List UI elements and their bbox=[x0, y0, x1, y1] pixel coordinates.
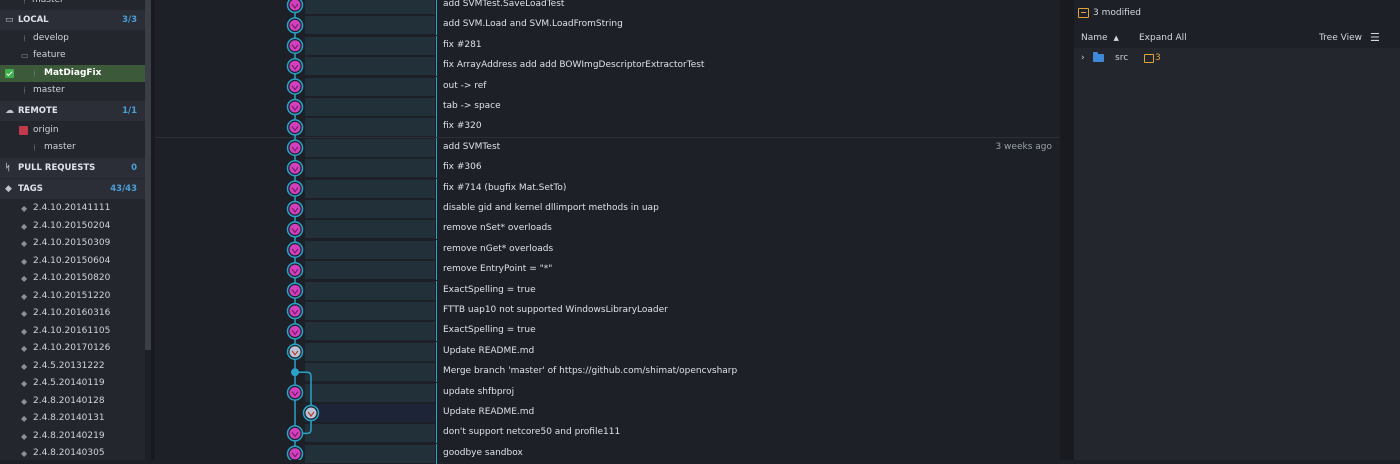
merge-node bbox=[291, 368, 299, 377]
name-sort-button[interactable]: Name ▲ bbox=[1081, 30, 1119, 46]
graph-lines bbox=[286, 0, 320, 460]
merge-branch-line bbox=[295, 371, 312, 435]
tag-icon: ◆ bbox=[21, 274, 28, 283]
tag-icon: ◆ bbox=[21, 239, 28, 248]
modified-icon bbox=[1144, 54, 1154, 63]
tags-section-header[interactable]: ◆ TAGS 43/43 bbox=[0, 179, 145, 199]
checkout-check-icon bbox=[5, 69, 14, 78]
branch-icon: ᚽ bbox=[22, 86, 27, 95]
column-header: Name ▲ Expand All Tree View ☰ bbox=[1074, 30, 1400, 46]
chevron-right-icon[interactable]: › bbox=[1081, 50, 1085, 66]
pull-request-icon: ᛋ bbox=[5, 163, 11, 173]
pull-requests-section-header[interactable]: ᛋ PULL REQUESTS 0 bbox=[0, 158, 145, 178]
folder-icon: ▭ bbox=[21, 51, 29, 60]
tag-item[interactable]: ◆ 2.4.10.20141111 bbox=[0, 200, 145, 217]
commit-graph: add SVMTest.SaveLoadTest add SVM.Load and… bbox=[155, 0, 1060, 464]
sidebar-item-feature[interactable]: ▭ feature bbox=[0, 47, 145, 64]
branch-icon: ᚽ bbox=[22, 34, 27, 43]
local-section-header[interactable]: ▭ LOCAL 3/3 bbox=[0, 10, 145, 30]
left-sidebar: ᚽ master ▭ LOCAL 3/3 ᚽ develop ▭ feature… bbox=[0, 0, 145, 460]
tag-icon: ◆ bbox=[21, 221, 28, 231]
tag-icon: ◆ bbox=[21, 396, 28, 406]
tags-count: 43/43 bbox=[110, 184, 137, 194]
local-count: 3/3 bbox=[122, 15, 137, 25]
file-tree: › src 3 bbox=[1074, 48, 1400, 460]
remote-section-header[interactable]: ☁ REMOTE 1/1 bbox=[0, 101, 145, 121]
sidebar-item-develop[interactable]: ᚽ develop bbox=[0, 30, 145, 47]
tag-icon: ◆ bbox=[21, 449, 28, 458]
tag-item[interactable]: ◆ 2.4.8.20140128 bbox=[0, 393, 145, 410]
modified-icon bbox=[1078, 8, 1089, 18]
branch-icon: ᚽ bbox=[32, 143, 37, 152]
tag-item[interactable]: ◆ 2.4.8.20140219 bbox=[0, 428, 145, 445]
tree-view-toggle[interactable]: Tree View bbox=[1319, 30, 1362, 46]
modified-count: 3 modified bbox=[1093, 8, 1141, 18]
branch-icon: ᚽ bbox=[22, 0, 27, 5]
tag-icon: ◆ bbox=[21, 204, 28, 213]
tag-icon: ◆ bbox=[21, 256, 28, 266]
tag-item[interactable]: ◆ 2.4.10.20150820 bbox=[0, 270, 145, 287]
panel-divider[interactable] bbox=[1060, 0, 1074, 460]
tag-item[interactable]: ◆ 2.4.10.20170126 bbox=[0, 340, 145, 357]
changes-header: 3 modified bbox=[1074, 0, 1400, 26]
origin-avatar-icon bbox=[19, 126, 28, 135]
folder-icon bbox=[1093, 52, 1104, 62]
sort-up-icon: ▲ bbox=[1113, 34, 1119, 42]
tag-icon: ◆ bbox=[21, 291, 28, 301]
tag-item[interactable]: ◆ 2.4.10.20150204 bbox=[0, 218, 145, 235]
file-changes-panel: 3 modified Name ▲ Expand All Tree View ☰… bbox=[1074, 0, 1400, 460]
tag-item[interactable]: ◆ 2.4.8.20140131 bbox=[0, 410, 145, 427]
tag-icon: ◆ bbox=[21, 414, 28, 423]
expand-all-button[interactable]: Expand All bbox=[1139, 30, 1187, 46]
branch-icon: ᚽ bbox=[32, 69, 37, 78]
pull-requests-count: 0 bbox=[131, 163, 137, 173]
tag-item[interactable]: ◆ 2.4.5.20140119 bbox=[0, 375, 145, 392]
tree-folder-src[interactable]: › src 3 bbox=[1074, 50, 1400, 66]
monitor-icon: ▭ bbox=[5, 15, 14, 25]
sidebar-item-origin-master[interactable]: ᚽ master bbox=[0, 139, 145, 156]
menu-icon[interactable]: ☰ bbox=[1370, 30, 1380, 46]
sidebar-item-matdiagfix[interactable]: ᚽ MatDiagFix bbox=[0, 65, 145, 82]
tag-icon: ◆ bbox=[21, 379, 28, 388]
sidebar-item-origin[interactable]: origin bbox=[0, 122, 145, 139]
tag-icon: ◆ bbox=[21, 309, 28, 318]
tag-icon: ◆ bbox=[5, 184, 12, 194]
cloud-icon: ☁ bbox=[5, 106, 14, 116]
tag-icon: ◆ bbox=[21, 361, 28, 371]
tag-item[interactable]: ◆ 2.4.5.20131222 bbox=[0, 358, 145, 375]
tag-item[interactable]: ◆ 2.4.10.20161105 bbox=[0, 323, 145, 340]
tag-item[interactable]: ◆ 2.4.10.20151220 bbox=[0, 288, 145, 305]
tag-icon: ◆ bbox=[21, 326, 28, 336]
tag-item[interactable]: ◆ 2.4.10.20160316 bbox=[0, 305, 145, 322]
tag-item[interactable]: ◆ 2.4.10.20150604 bbox=[0, 253, 145, 270]
tag-icon: ◆ bbox=[21, 344, 28, 353]
sidebar-item-master[interactable]: ᚽ master bbox=[0, 82, 145, 99]
sidebar-item-master-top[interactable]: ᚽ master bbox=[0, 0, 145, 9]
remote-count: 1/1 bbox=[122, 106, 137, 116]
tag-icon: ◆ bbox=[21, 431, 28, 441]
tag-item[interactable]: ◆ 2.4.10.20150309 bbox=[0, 235, 145, 252]
tag-item[interactable]: ◆ 2.4.8.20140305 bbox=[0, 445, 145, 460]
